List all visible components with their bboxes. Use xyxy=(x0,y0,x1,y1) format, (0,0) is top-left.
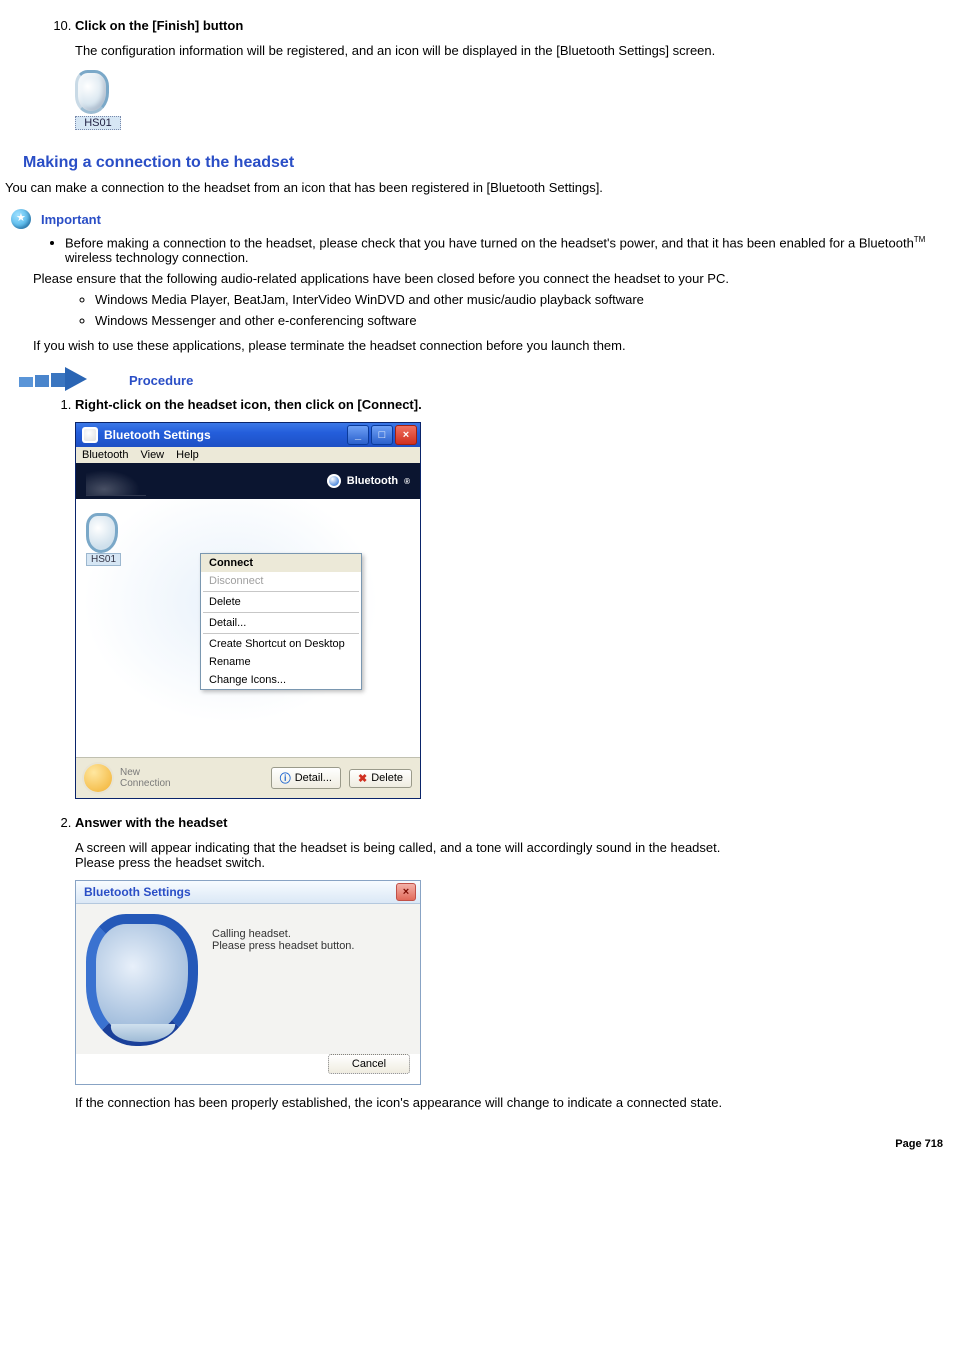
close-button[interactable]: × xyxy=(395,425,417,445)
device-area[interactable]: HS01 Connect Disconnect Delete Detail...… xyxy=(76,499,420,757)
dialog-message: Calling headset. Please press headset bu… xyxy=(212,914,354,1046)
step10-body: The configuration information will be re… xyxy=(75,43,949,58)
window-app-icon xyxy=(82,427,98,443)
terminate-note: If you wish to use these applications, p… xyxy=(33,338,949,353)
window-titlebar[interactable]: Bluetooth Settings _ □ × xyxy=(76,423,420,447)
step10-title: Click on the [Finish] button xyxy=(75,18,949,33)
ensure-text: Please ensure that the following audio-r… xyxy=(33,271,949,286)
menu-bluetooth[interactable]: Bluetooth xyxy=(82,449,128,461)
minimize-button[interactable]: _ xyxy=(347,425,369,445)
ctx-change-icons[interactable]: Change Icons... xyxy=(201,671,361,689)
delete-button[interactable]: ✖ Delete xyxy=(349,769,412,788)
window-toolbar: New Connection ⓘ Detail... ✖ Delete xyxy=(76,757,420,798)
new-connection-label[interactable]: New Connection xyxy=(120,767,171,789)
ctx-rename[interactable]: Rename xyxy=(201,653,361,671)
proc-step-1: Right-click on the headset icon, then cl… xyxy=(75,397,949,799)
menu-help[interactable]: Help xyxy=(176,449,199,461)
new-line2: Connection xyxy=(120,778,171,789)
important-label: Important xyxy=(41,212,101,227)
step-10: Click on the [Finish] button The configu… xyxy=(75,18,949,130)
context-menu[interactable]: Connect Disconnect Delete Detail... Crea… xyxy=(200,553,362,690)
important-heading: Important xyxy=(11,209,949,229)
brand-decoration xyxy=(86,467,146,496)
procedure-heading: Procedure xyxy=(19,369,949,391)
headset-icon xyxy=(75,70,109,114)
dialog-close-button[interactable]: × xyxy=(396,883,416,901)
bluetooth-brand-text: Bluetooth xyxy=(347,475,398,487)
menu-view[interactable]: View xyxy=(140,449,164,461)
hs01-figure: HS01 xyxy=(75,70,949,130)
headset-icon xyxy=(86,513,118,553)
app-item-1: Windows Media Player, BeatJam, InterVide… xyxy=(95,292,949,307)
important-bullet-text-pre: Before making a connection to the headse… xyxy=(65,235,914,250)
brand-bar: Bluetooth® xyxy=(76,463,420,499)
headset-large-icon xyxy=(86,914,198,1046)
new-line1: New xyxy=(120,767,140,778)
hs01-label: HS01 xyxy=(75,116,121,130)
maximize-button[interactable]: □ xyxy=(371,425,393,445)
calling-dialog: Bluetooth Settings × Calling headset. Pl… xyxy=(75,880,421,1085)
ctx-sep xyxy=(203,591,359,592)
procedure-label: Procedure xyxy=(129,373,193,388)
important-bullet-text-post: wireless technology connection. xyxy=(65,250,249,265)
tm-mark: TM xyxy=(914,235,926,244)
section-heading: Making a connection to the headset xyxy=(23,154,949,172)
proc-step1-title: Right-click on the headset icon, then cl… xyxy=(75,397,949,412)
delete-button-label: Delete xyxy=(371,772,403,784)
detail-button[interactable]: ⓘ Detail... xyxy=(271,767,341,789)
ctx-detail[interactable]: Detail... xyxy=(201,614,361,632)
ctx-sep xyxy=(203,633,359,634)
ctx-disconnect: Disconnect xyxy=(201,572,361,590)
bluetooth-settings-window: Bluetooth Settings _ □ × Bluetooth View … xyxy=(75,422,421,799)
procedure-arrow-icon xyxy=(19,369,99,391)
section-intro: You can make a connection to the headset… xyxy=(5,180,949,195)
important-bullet: Before making a connection to the headse… xyxy=(65,235,949,265)
detail-button-label: Detail... xyxy=(295,772,332,784)
cancel-button[interactable]: Cancel xyxy=(328,1054,410,1074)
x-icon: ✖ xyxy=(358,772,367,785)
ctx-delete[interactable]: Delete xyxy=(201,593,361,611)
app-item-2: Windows Messenger and other e-conferenci… xyxy=(95,313,949,328)
proc-step2-after: If the connection has been properly esta… xyxy=(75,1095,949,1110)
star-icon xyxy=(11,209,31,229)
ctx-create-shortcut[interactable]: Create Shortcut on Desktop xyxy=(201,635,361,653)
page-footer: Page 718 xyxy=(5,1138,949,1150)
window-title: Bluetooth Settings xyxy=(104,428,341,442)
dialog-titlebar[interactable]: Bluetooth Settings × xyxy=(76,881,420,904)
new-connection-icon[interactable] xyxy=(84,764,112,792)
info-icon: ⓘ xyxy=(280,770,291,786)
dialog-title: Bluetooth Settings xyxy=(84,885,191,899)
bluetooth-brand: Bluetooth® xyxy=(327,474,410,488)
proc-step2-title: Answer with the headset xyxy=(75,815,949,830)
bluetooth-logo-icon xyxy=(327,474,341,488)
ctx-sep xyxy=(203,612,359,613)
ctx-connect[interactable]: Connect xyxy=(201,554,361,572)
menu-bar[interactable]: Bluetooth View Help xyxy=(76,447,420,463)
device-label: HS01 xyxy=(86,553,121,566)
proc-step2-body: A screen will appear indicating that the… xyxy=(75,840,949,870)
proc-step-2: Answer with the headset A screen will ap… xyxy=(75,815,949,1110)
